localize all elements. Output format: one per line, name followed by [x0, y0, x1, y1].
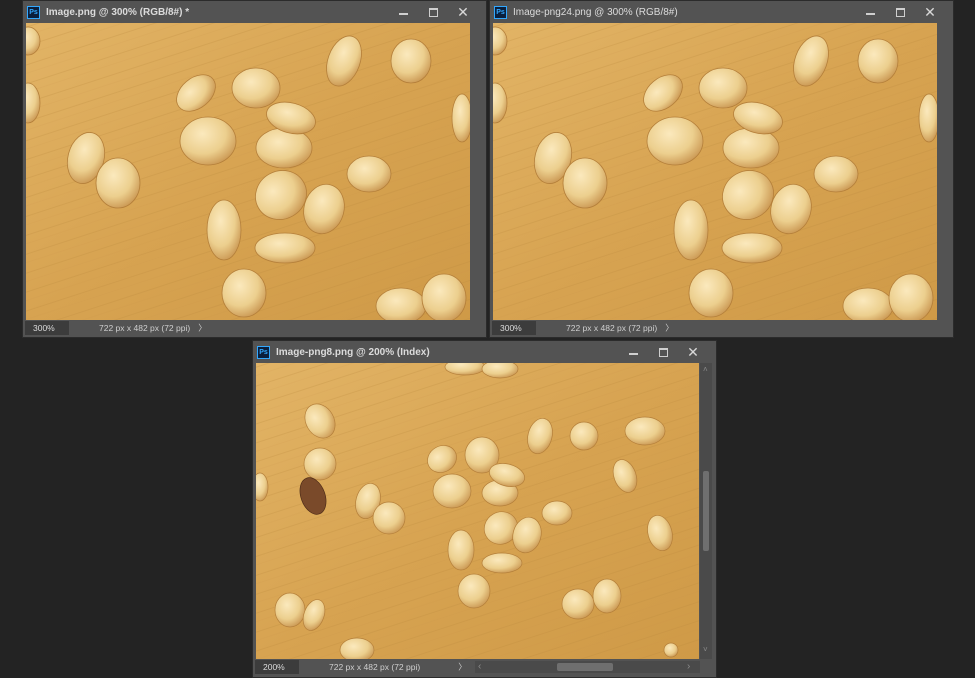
scroll-down-icon[interactable]: ˅ — [703, 645, 708, 654]
minimize-button[interactable] — [855, 1, 885, 23]
minimize-icon — [865, 13, 875, 15]
chevron-right-icon[interactable]: 〉 — [198, 322, 207, 334]
zoom-value: 300% — [33, 323, 55, 333]
scroll-left-icon[interactable]: ‹ — [478, 661, 481, 672]
close-icon: ✕ — [457, 4, 469, 20]
minimize-button[interactable] — [388, 1, 418, 23]
zoom-field[interactable]: 200% — [255, 660, 299, 674]
chevron-right-icon[interactable]: 〉 — [665, 322, 674, 334]
image-canvas[interactable] — [26, 23, 470, 320]
maximize-icon — [428, 7, 438, 17]
zoom-value: 200% — [263, 662, 285, 672]
window-title: Image-png24.png @ 300% (RGB/8#) — [513, 6, 678, 18]
photoshop-icon: Ps — [27, 5, 40, 19]
scroll-right-icon[interactable]: › — [687, 661, 690, 672]
window-title: Image-png8.png @ 200% (Index) — [276, 346, 430, 358]
maximize-icon — [658, 347, 668, 357]
peanuts-photo — [493, 23, 937, 320]
document-info: 722 px x 482 px (72 ppi) — [566, 323, 658, 333]
status-bar: 300% 722 px x 482 px (72 ppi) 〉 — [23, 320, 486, 336]
chevron-right-icon[interactable]: 〉 — [458, 661, 467, 673]
horizontal-scroll-thumb[interactable] — [557, 663, 613, 671]
close-button[interactable]: ✕ — [915, 1, 945, 23]
photoshop-icon: Ps — [494, 5, 507, 19]
window-titlebar[interactable]: Ps Image-png8.png @ 200% (Index) ✕ — [253, 341, 716, 363]
minimize-button[interactable] — [618, 341, 648, 363]
window-titlebar[interactable]: Ps Image-png24.png @ 300% (RGB/8#) ✕ — [490, 1, 953, 23]
zoom-field[interactable]: 300% — [25, 321, 69, 335]
close-icon: ✕ — [924, 4, 936, 20]
peanuts-photo — [26, 23, 470, 320]
document-window-image-png: Ps Image.png @ 300% (RGB/8#) * ✕ 300% 72… — [22, 0, 487, 338]
maximize-button[interactable] — [418, 1, 448, 23]
document-info: 722 px x 482 px (72 ppi) — [329, 662, 421, 672]
window-titlebar[interactable]: Ps Image.png @ 300% (RGB/8#) * ✕ — [23, 1, 486, 23]
close-button[interactable]: ✕ — [678, 341, 708, 363]
photoshop-icon: Ps — [257, 345, 270, 359]
minimize-icon — [628, 353, 638, 355]
window-title: Image.png @ 300% (RGB/8#) * — [46, 6, 190, 18]
zoom-value: 300% — [500, 323, 522, 333]
document-window-image-png8: Ps Image-png8.png @ 200% (Index) ✕ ˄ ˅ 2… — [252, 340, 717, 678]
image-canvas[interactable] — [493, 23, 937, 320]
image-canvas[interactable] — [256, 363, 699, 659]
status-bar: 300% 722 px x 482 px (72 ppi) 〉 — [490, 320, 953, 336]
document-info: 722 px x 482 px (72 ppi) — [99, 323, 191, 333]
scroll-up-icon[interactable]: ˄ — [703, 365, 708, 374]
zoom-field[interactable]: 300% — [492, 321, 536, 335]
maximize-button[interactable] — [885, 1, 915, 23]
close-icon: ✕ — [687, 344, 699, 360]
minimize-icon — [398, 13, 408, 15]
horizontal-scrollbar[interactable]: ‹ › — [475, 661, 700, 673]
vertical-scrollbar[interactable]: ˄ ˅ — [700, 363, 712, 659]
vertical-scroll-thumb[interactable] — [703, 471, 709, 551]
close-button[interactable]: ✕ — [448, 1, 478, 23]
status-bar: 200% 722 px x 482 px (72 ppi) 〉 ‹ › — [253, 659, 716, 675]
peanuts-photo — [256, 363, 699, 659]
maximize-button[interactable] — [648, 341, 678, 363]
maximize-icon — [895, 7, 905, 17]
document-window-image-png24: Ps Image-png24.png @ 300% (RGB/8#) ✕ 300… — [489, 0, 954, 338]
